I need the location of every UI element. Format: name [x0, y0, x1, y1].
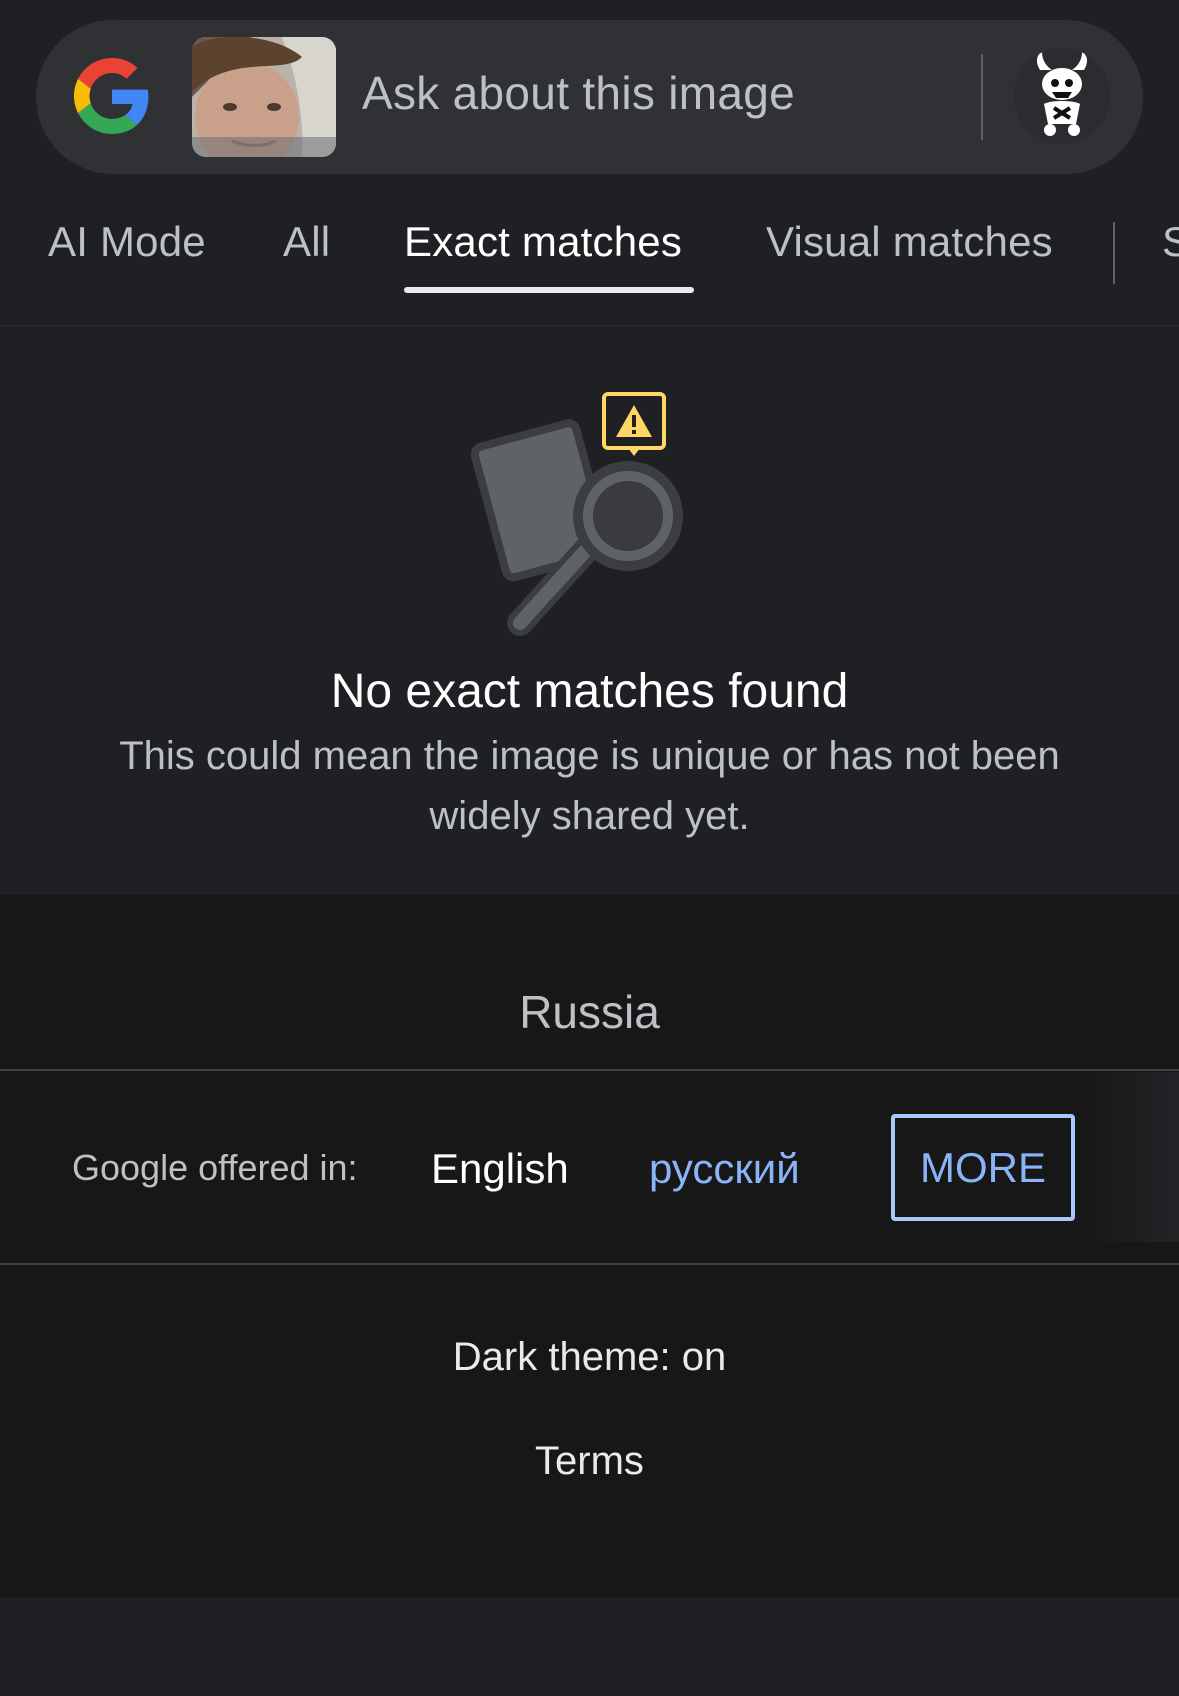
no-matches-search-icon	[470, 392, 683, 636]
face-photo-image	[192, 37, 336, 157]
search-bar-divider	[981, 54, 983, 140]
empty-state-description: This could mean the image is unique or h…	[119, 734, 1060, 838]
language-english: English	[431, 1145, 569, 1192]
tab-bar: AI Mode All Exact matches Visual matches…	[0, 218, 1179, 298]
footer-divider	[0, 1263, 1179, 1265]
language-russian-link[interactable]: русский	[649, 1145, 800, 1193]
page: Ask about this image AI Mode All Exact m…	[0, 0, 1179, 1696]
search-input[interactable]: Ask about this image	[362, 66, 795, 120]
query-image-thumbnail[interactable]	[192, 37, 336, 157]
avatar-icon	[1014, 48, 1110, 144]
tab-ai-mode[interactable]: AI Mode	[48, 218, 206, 266]
dark-theme-toggle[interactable]: Dark theme: on	[0, 1335, 1179, 1380]
google-g-icon[interactable]	[74, 58, 150, 134]
footer-divider	[0, 1069, 1179, 1071]
scroll-fade	[1085, 1072, 1179, 1242]
divider	[0, 325, 1179, 326]
tab-overflow[interactable]: S	[1162, 218, 1179, 266]
tab-separator	[1113, 222, 1115, 284]
tab-exact-matches[interactable]: Exact matches	[404, 218, 682, 266]
footer: Russia Google offered in: English русски…	[0, 895, 1179, 1597]
more-languages-button[interactable]: MORE	[891, 1114, 1075, 1221]
header: Ask about this image AI Mode All Exact m…	[0, 0, 1179, 326]
language-offered-label: Google offered in:	[72, 1147, 358, 1188]
tab-visual-matches[interactable]: Visual matches	[766, 218, 1053, 266]
region-label: Russia	[519, 986, 660, 1038]
terms-link[interactable]: Terms	[0, 1439, 1179, 1484]
tab-all[interactable]: All	[283, 218, 330, 266]
bottom-spacer	[0, 1597, 1179, 1696]
account-avatar[interactable]	[1014, 48, 1110, 144]
active-tab-indicator	[404, 287, 694, 293]
empty-state-title: No exact matches found	[330, 665, 849, 718]
